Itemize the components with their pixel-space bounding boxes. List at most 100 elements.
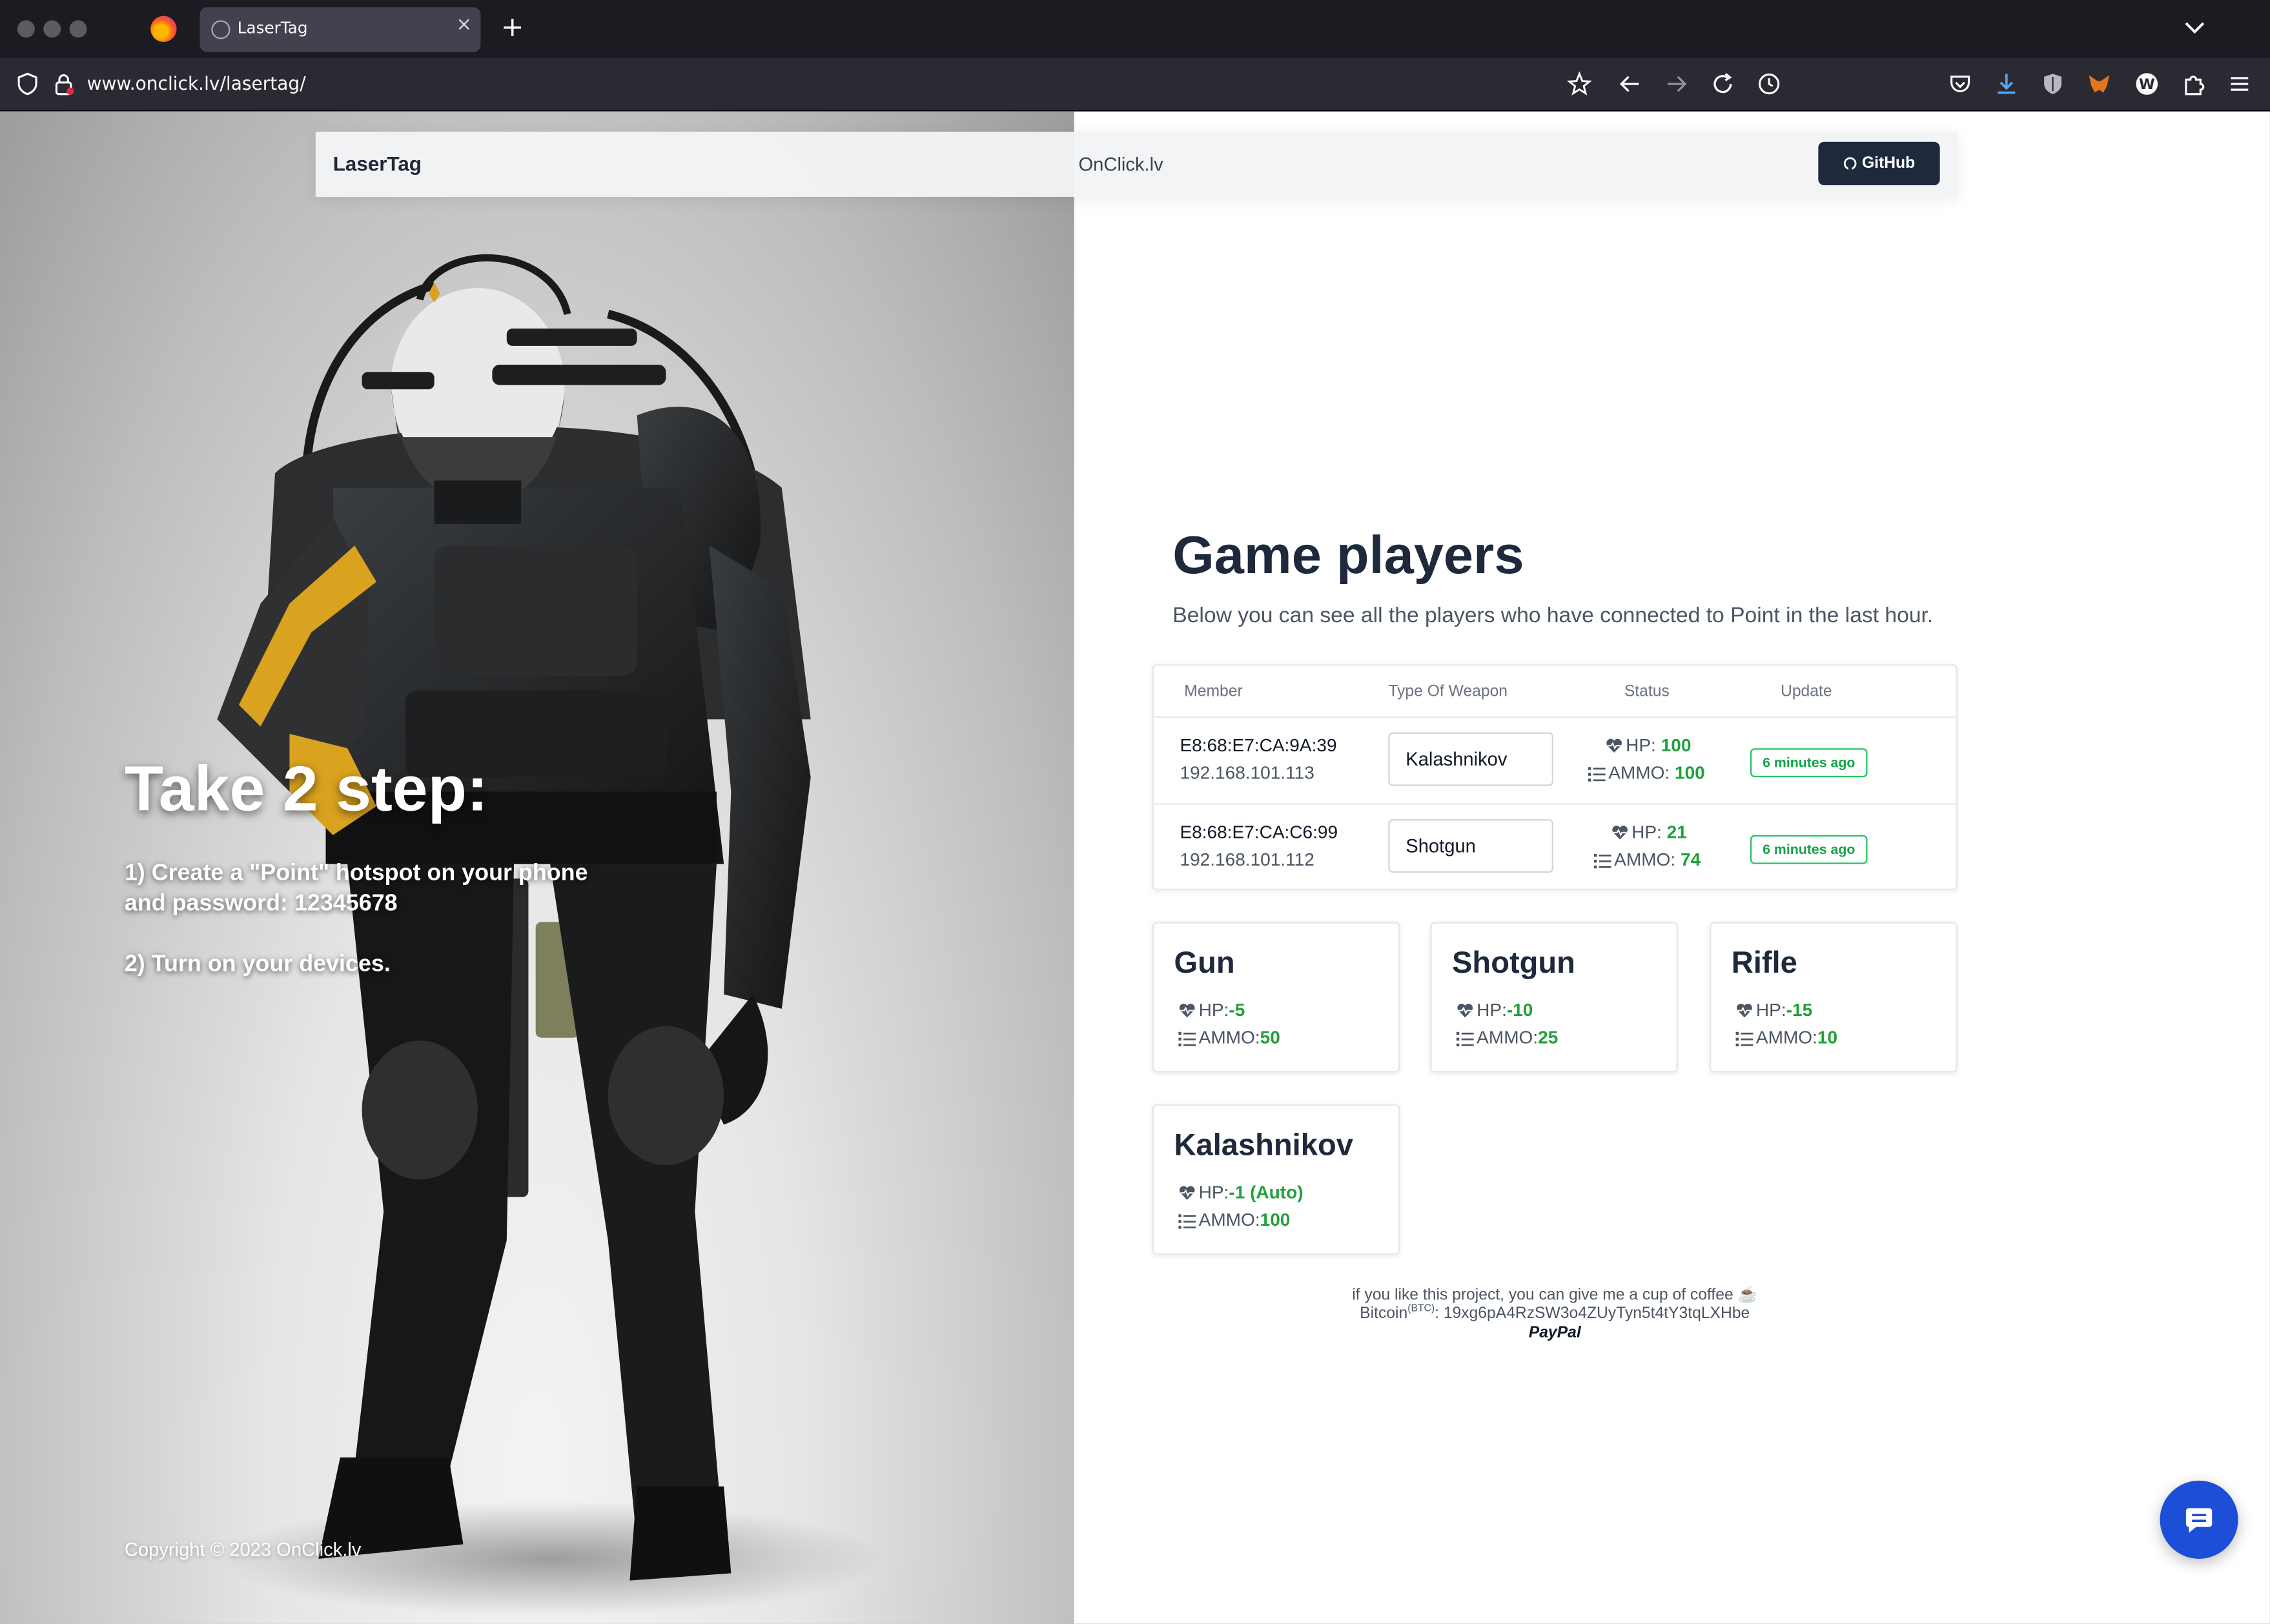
weapon-hp: HP:-1 (Auto) xyxy=(1178,1182,1304,1203)
weapon-ammo: AMMO:10 xyxy=(1735,1028,1838,1048)
history-clock-icon[interactable] xyxy=(1756,71,1782,97)
weapon-hp: HP:-5 xyxy=(1178,1000,1245,1020)
column-header-status: Status xyxy=(1624,683,1670,701)
hp-value: 21 xyxy=(1666,822,1687,843)
hp-value: -10 xyxy=(1506,1000,1533,1020)
header-divider xyxy=(1154,716,1956,718)
ammo-value: 50 xyxy=(1260,1028,1280,1048)
ammo-value: 10 xyxy=(1817,1028,1838,1048)
extension-shield-icon[interactable] xyxy=(2040,71,2065,97)
hero-step-1-line-2: and password: 12345678 xyxy=(124,891,398,917)
tab-title: LaserTag xyxy=(237,19,308,38)
ammo-label: AMMO: xyxy=(1614,849,1676,870)
paypal-line: PayPal xyxy=(1152,1325,1958,1342)
github-button[interactable]: GitHub xyxy=(1818,141,1940,186)
list-icon xyxy=(1456,1031,1474,1047)
ammo-value: 25 xyxy=(1538,1028,1559,1048)
player-hp: HP: 100 xyxy=(1606,735,1691,756)
weapon-ammo: AMMO:100 xyxy=(1178,1210,1290,1230)
hero-step-1-line-1: 1) Create a "Point" hotspot on your phon… xyxy=(124,861,588,886)
firefox-icon[interactable] xyxy=(150,15,177,43)
w-extension-icon[interactable]: W xyxy=(2134,71,2160,97)
bitcoin-line: Bitcoin(BTC): 19xg6pA4RzSW3o4ZUyTyn5t4tY… xyxy=(1152,1304,1958,1322)
ammo-label: AMMO: xyxy=(1198,1210,1260,1230)
player-mac: E8:68:E7:CA:C6:99 xyxy=(1180,822,1338,843)
chat-button[interactable] xyxy=(2160,1480,2238,1559)
weapon-ammo: AMMO:50 xyxy=(1178,1028,1280,1048)
hp-value: -1 (Auto) xyxy=(1229,1182,1304,1203)
nav-link-onclick[interactable]: OnClick.lv xyxy=(1079,154,1163,176)
bitcoin-sup: (BTC) xyxy=(1407,1304,1435,1315)
heart-pulse-icon xyxy=(1179,1186,1195,1200)
weapon-select[interactable]: Shotgun xyxy=(1388,819,1553,873)
heart-pulse-icon xyxy=(1737,1004,1752,1018)
weapon-card-shotgun: Shotgun HP:-10 AMMO:25 xyxy=(1430,922,1678,1073)
hp-label: HP: xyxy=(1626,735,1656,756)
list-icon xyxy=(1588,767,1606,782)
hp-label: HP: xyxy=(1477,1000,1507,1020)
weapon-name: Kalashnikov xyxy=(1174,1128,1353,1162)
ammo-label: AMMO: xyxy=(1755,1028,1817,1048)
url-bar[interactable]: www.onclick.lv/lasertag/ xyxy=(87,72,306,94)
back-arrow-icon[interactable] xyxy=(1617,71,1643,97)
tab-favicon-icon xyxy=(211,20,230,39)
hero-title: Take 2 step: xyxy=(124,754,488,826)
hp-value: -15 xyxy=(1786,1000,1813,1020)
heart-pulse-icon xyxy=(1179,1004,1195,1018)
browser-tab[interactable]: LaserTag × xyxy=(199,7,481,52)
chat-bubble-icon xyxy=(2185,1508,2213,1533)
hp-label: HP: xyxy=(1755,1000,1786,1020)
forward-arrow-icon[interactable] xyxy=(1663,71,1689,97)
list-icon xyxy=(1735,1031,1754,1047)
ammo-value: 100 xyxy=(1674,762,1705,784)
list-icon xyxy=(1178,1031,1196,1047)
copyright: Copyright © 2023 OnClick.lv xyxy=(124,1538,362,1561)
update-badge: 6 minutes ago xyxy=(1750,835,1868,864)
player-ammo: AMMO: 100 xyxy=(1588,763,1705,783)
hp-label: HP: xyxy=(1198,1000,1229,1020)
list-all-tabs-icon[interactable] xyxy=(2182,14,2207,40)
tab-close-button[interactable]: × xyxy=(456,14,472,36)
player-ip: 192.168.101.113 xyxy=(1180,762,1314,784)
column-header-update: Update xyxy=(1781,683,1832,701)
update-badge: 6 minutes ago xyxy=(1750,748,1868,778)
weapon-hp: HP:-10 xyxy=(1457,1000,1533,1020)
downloads-icon[interactable] xyxy=(1994,71,2019,97)
window-zoom-dot[interactable] xyxy=(69,20,87,38)
lock-icon[interactable] xyxy=(50,71,76,97)
svg-text:W: W xyxy=(2139,76,2155,93)
menu-hamburger-icon[interactable] xyxy=(2227,71,2253,97)
browser-nav-bar: www.onclick.lv/lasertag/ W xyxy=(0,57,2270,112)
extensions-puzzle-icon[interactable] xyxy=(2180,71,2206,97)
shield-icon[interactable] xyxy=(14,71,40,97)
bookmark-star-icon[interactable] xyxy=(1566,71,1592,97)
page-subtitle: Below you can see all the players who ha… xyxy=(1172,604,1934,629)
player-ip: 192.168.101.112 xyxy=(1180,849,1314,870)
window-close-dot[interactable] xyxy=(17,20,35,38)
column-header-member: Member xyxy=(1184,683,1243,701)
bitcoin-address[interactable]: : 19xg6pA4RzSW3o4ZUyTyn5t4tY3tqLXHbe xyxy=(1435,1305,1750,1323)
weapon-name: Rifle xyxy=(1731,946,1797,980)
weapon-card-rifle: Rifle HP:-15 AMMO:10 xyxy=(1710,922,1958,1073)
hp-label: HP: xyxy=(1198,1182,1229,1203)
pocket-icon[interactable] xyxy=(1947,71,1973,97)
github-icon xyxy=(1844,157,1857,170)
paypal-link[interactable]: PayPal xyxy=(1529,1325,1581,1342)
weapon-select[interactable]: Kalashnikov xyxy=(1388,732,1553,786)
reload-icon[interactable] xyxy=(1710,71,1735,97)
ammo-value: 74 xyxy=(1680,849,1701,870)
page-title: Game players xyxy=(1172,525,1524,585)
coffee-text: if you like this project, you can give m… xyxy=(1352,1286,1758,1304)
hp-value: -5 xyxy=(1229,1000,1245,1020)
metamask-fox-icon[interactable] xyxy=(2086,71,2112,97)
browser-tab-bar: LaserTag × + xyxy=(0,0,2270,58)
list-icon xyxy=(1593,853,1611,869)
github-button-label: GitHub xyxy=(1861,154,1916,172)
heart-pulse-icon xyxy=(1606,738,1622,753)
window-minimize-dot[interactable] xyxy=(43,20,61,38)
new-tab-button[interactable]: + xyxy=(501,13,524,42)
column-header-weapon: Type Of Weapon xyxy=(1388,683,1508,701)
web-page: Take 2 step: 1) Create a "Point" hotspot… xyxy=(0,111,2270,1624)
brand-link[interactable]: LaserTag xyxy=(333,152,422,175)
weapon-name: Gun xyxy=(1174,946,1235,980)
